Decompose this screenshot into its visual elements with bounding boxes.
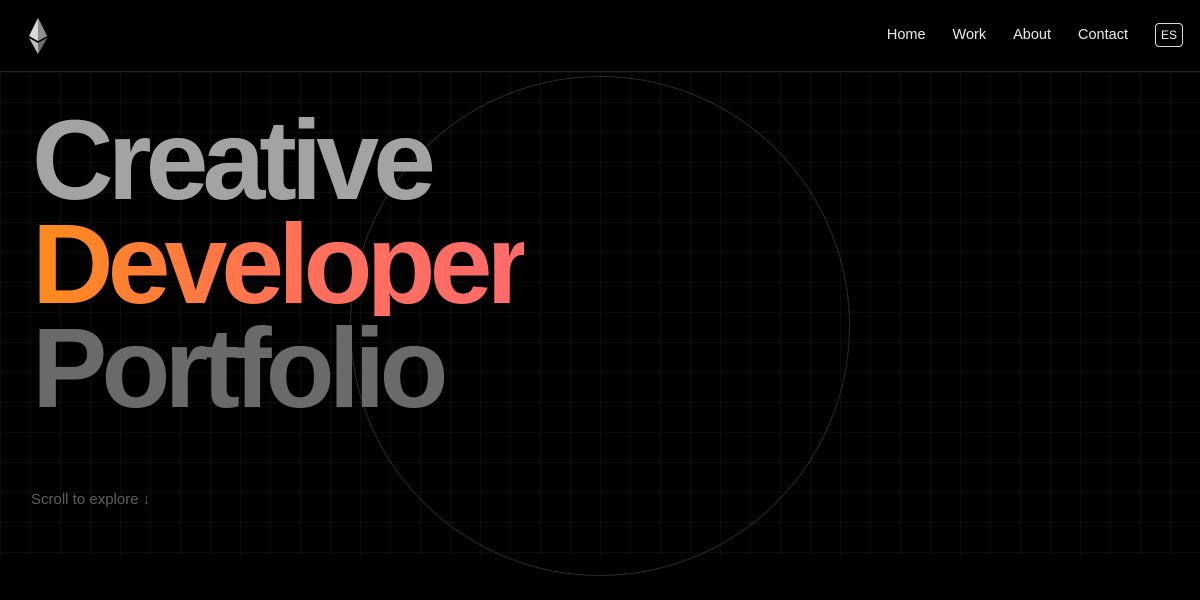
language-toggle-button[interactable]: ES	[1155, 23, 1183, 47]
site-header: Home Work About Contact ES	[0, 0, 1200, 72]
nav-work-link[interactable]: Work	[953, 22, 987, 48]
ethereum-diamond-icon[interactable]	[29, 18, 47, 54]
hero-heading: Creative Developer Portfolio	[32, 97, 530, 431]
nav-home-link[interactable]: Home	[887, 22, 926, 48]
nav-about-link[interactable]: About	[1013, 22, 1051, 48]
main-nav: Home Work About Contact ES	[860, 22, 1183, 48]
hero-line-creative: Creative	[32, 97, 436, 223]
page: Home Work About Contact ES Creative Deve…	[0, 0, 1200, 600]
scroll-hint[interactable]: Scroll to explore ↓	[31, 491, 150, 508]
hero-line-developer: Developer	[32, 201, 530, 327]
hero-line-portfolio: Portfolio	[32, 305, 448, 431]
nav-contact-link[interactable]: Contact	[1078, 22, 1128, 48]
